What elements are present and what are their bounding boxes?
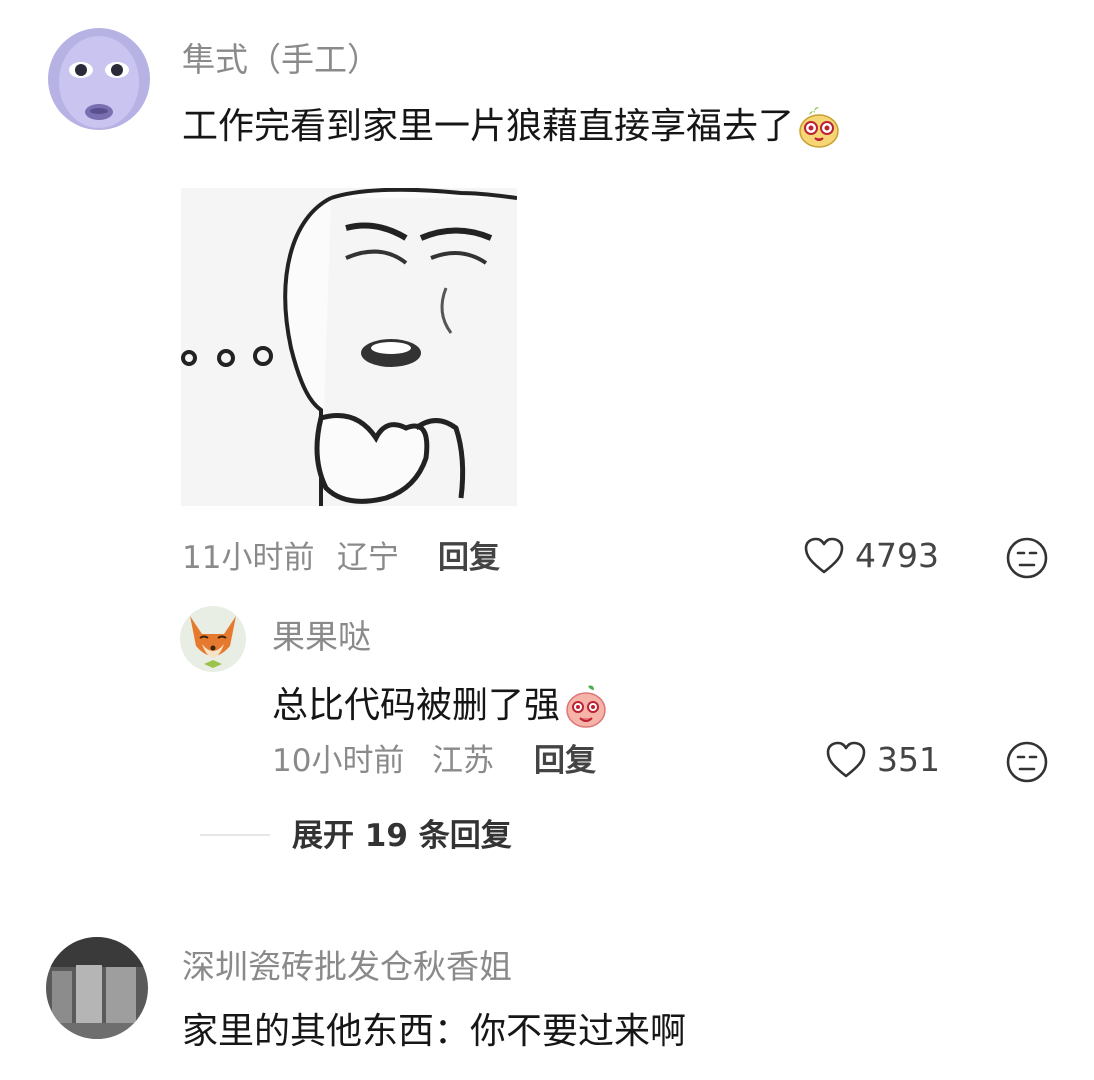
emoji-sticker-icon xyxy=(796,104,842,150)
comment-location: 辽宁 xyxy=(337,540,399,576)
like-button[interactable]: 4793 xyxy=(803,536,939,576)
heart-icon xyxy=(825,740,867,780)
reply-author[interactable]: 果果哒 xyxy=(272,617,371,657)
comment-text: 家里的其他东西：你不要过来啊 xyxy=(182,1011,687,1052)
reply-text: 总比代码被删了强 xyxy=(272,682,610,730)
avatar[interactable] xyxy=(46,937,148,1039)
expand-replies-button[interactable]: 展开 19 条回复 xyxy=(292,816,512,856)
reply-time: 10小时前 xyxy=(272,743,405,779)
expand-divider xyxy=(200,834,270,836)
avatar[interactable] xyxy=(48,28,150,130)
heart-icon xyxy=(803,536,845,576)
emoji-sticker-icon xyxy=(562,682,610,730)
dislike-face-icon[interactable] xyxy=(1005,740,1049,784)
comment-time: 11小时前 xyxy=(182,540,315,576)
like-count: 4793 xyxy=(855,536,939,575)
comment-author[interactable]: 深圳瓷砖批发仓秋香姐 xyxy=(182,947,512,987)
dislike-face-icon[interactable] xyxy=(1005,536,1049,580)
reply-location: 江苏 xyxy=(432,743,494,779)
reply-button[interactable]: 回复 xyxy=(534,741,596,781)
fox-avatar-image xyxy=(180,606,246,672)
comment-author[interactable]: 隼式（手工） xyxy=(182,40,380,80)
avatar-face-image xyxy=(48,28,150,130)
like-count: 351 xyxy=(877,740,940,779)
reply-button[interactable]: 回复 xyxy=(438,538,500,578)
reply-avatar[interactable] xyxy=(180,606,246,672)
meme-face-image xyxy=(181,188,517,506)
reply-text-body: 总比代码被删了强 xyxy=(272,685,561,726)
comment-text-body: 工作完看到家里一片狼藉直接享福去了 xyxy=(182,106,795,147)
like-button[interactable]: 351 xyxy=(825,740,940,780)
comment-text: 工作完看到家里一片狼藉直接享福去了 xyxy=(182,104,842,150)
showroom-avatar-image xyxy=(46,937,148,1039)
comment-image[interactable] xyxy=(181,188,517,506)
